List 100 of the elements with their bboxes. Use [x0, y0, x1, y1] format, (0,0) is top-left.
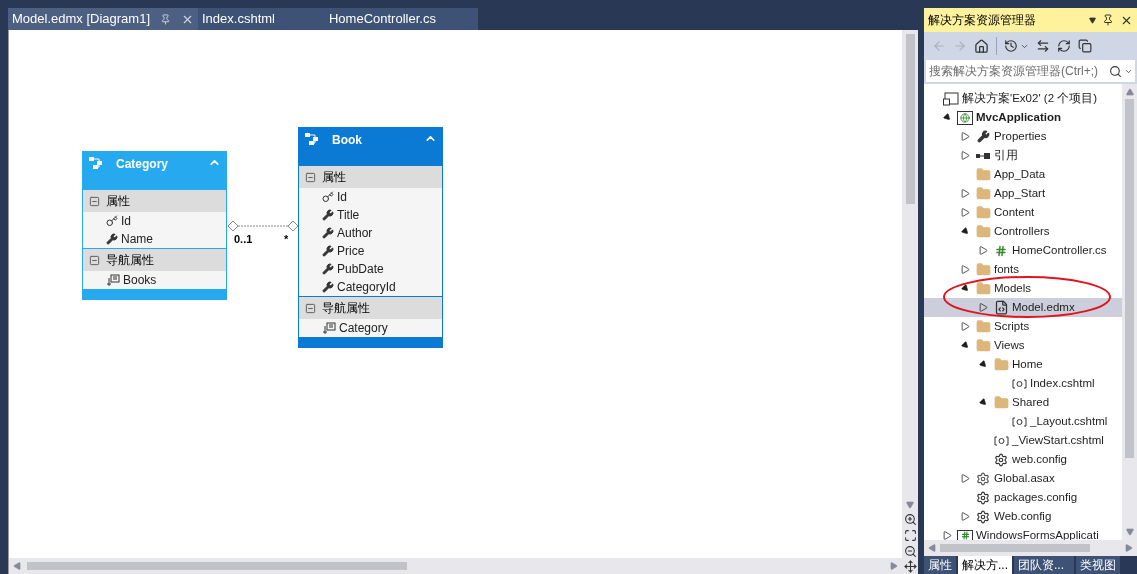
dropdown-icon[interactable]	[1089, 16, 1096, 24]
search-field[interactable]: 搜索解决方案资源管理器(Ctrl+;)	[926, 60, 1135, 82]
entity-icon	[304, 132, 320, 146]
scroll-right-icon[interactable]	[890, 562, 898, 570]
property-name[interactable]: Author	[337, 224, 373, 242]
zoom-out-icon[interactable]	[903, 545, 917, 558]
pan-icon[interactable]	[903, 559, 917, 573]
tree-item[interactable]: Models	[924, 279, 1122, 298]
solution-icon	[943, 91, 959, 106]
scroll-left-icon[interactable]	[13, 562, 21, 570]
collapsed-arrow-icon[interactable]	[978, 303, 988, 312]
pin-icon[interactable]	[1102, 14, 1114, 26]
property-name[interactable]: Name	[121, 230, 153, 248]
collapsed-arrow-icon[interactable]	[960, 474, 970, 483]
tree-item[interactable]: HomeController.cs	[924, 241, 1122, 260]
tree-item-label: Web.config	[994, 508, 1052, 524]
tree-item[interactable]: _Layout.cshtml	[924, 412, 1122, 431]
scrollbar-thumb[interactable]	[27, 562, 407, 570]
sync-icon[interactable]	[1036, 39, 1050, 53]
collapsed-arrow-icon[interactable]	[960, 512, 970, 521]
zoom-fit-icon[interactable]	[903, 529, 917, 542]
tree-item[interactable]: Content	[924, 203, 1122, 222]
tree-item[interactable]: Controllers	[924, 222, 1122, 241]
collapsed-arrow-icon[interactable]	[960, 151, 970, 160]
tree-item-label: Shared	[1012, 394, 1050, 410]
tree-item[interactable]: Web.config	[924, 507, 1122, 526]
expanded-arrow-icon[interactable]	[960, 226, 970, 237]
tree-item[interactable]: Properties	[924, 127, 1122, 146]
panel-tab[interactable]: 团队资...	[1014, 556, 1075, 574]
scrollbar-thumb[interactable]	[905, 34, 915, 204]
property-name[interactable]: Books	[123, 271, 157, 289]
tree-item[interactable]: Global.asax	[924, 469, 1122, 488]
tree-item[interactable]: App_Data	[924, 165, 1122, 184]
history-icon[interactable]	[1004, 39, 1018, 53]
tree-item[interactable]: Model.edmx	[924, 298, 1122, 317]
tree-item-label: HomeController.cs	[1012, 242, 1107, 258]
editor-tab[interactable]: HomeController.cs	[287, 8, 478, 30]
zoom-in-icon[interactable]	[903, 513, 917, 526]
tree-item[interactable]: fonts	[924, 260, 1122, 279]
collapse-section-icon[interactable]	[305, 302, 316, 314]
collapsed-arrow-icon[interactable]	[942, 531, 952, 540]
association-line[interactable]	[227, 220, 299, 232]
collapse-section-icon[interactable]	[89, 195, 100, 207]
horizontal-scrollbar[interactable]	[9, 558, 902, 574]
tree-item-label: Models	[994, 280, 1032, 296]
property-name[interactable]: Id	[121, 212, 131, 230]
property-name[interactable]: PubDate	[337, 260, 384, 278]
expanded-arrow-icon[interactable]	[978, 397, 988, 408]
collapsed-arrow-icon[interactable]	[960, 322, 970, 331]
collapse-section-icon[interactable]	[305, 171, 316, 183]
tree-item[interactable]: web.config	[924, 450, 1122, 469]
tree-item[interactable]: 引用	[924, 146, 1122, 165]
collapsed-arrow-icon[interactable]	[960, 189, 970, 198]
expanded-arrow-icon[interactable]	[960, 283, 970, 294]
scroll-left-icon[interactable]	[928, 544, 936, 552]
config-file-icon	[976, 509, 990, 524]
scroll-down-icon[interactable]	[1125, 528, 1134, 536]
vertical-scrollbar[interactable]	[1122, 84, 1137, 540]
panel-tab[interactable]: 类视图	[1076, 556, 1121, 574]
tree-item[interactable]: packages.config	[924, 488, 1122, 507]
vertical-scrollbar[interactable]	[902, 30, 918, 558]
panel-tab[interactable]: 解决方...	[958, 556, 1012, 574]
tree-item[interactable]: Scripts	[924, 317, 1122, 336]
horizontal-scrollbar[interactable]	[924, 540, 1137, 556]
home-icon[interactable]	[974, 38, 989, 54]
scroll-up-icon[interactable]	[1125, 88, 1134, 96]
collapse-all-icon[interactable]	[1078, 39, 1092, 53]
property-name[interactable]: Category	[339, 319, 388, 337]
collapsed-arrow-icon[interactable]	[978, 246, 988, 255]
multiplicity-label: 0..1	[234, 232, 253, 247]
scrollbar-thumb[interactable]	[1125, 99, 1134, 458]
scrollbar-thumb[interactable]	[940, 544, 1090, 552]
tree-item[interactable]: Home	[924, 355, 1122, 374]
scroll-down-icon[interactable]	[906, 501, 914, 509]
entity-card[interactable]: Category 属性 Id Name 导航属性 Books	[82, 151, 227, 300]
property-name[interactable]: Id	[337, 188, 347, 206]
tree-item[interactable]: MvcApplication	[924, 108, 1122, 127]
editor-tab[interactable]: Index.cshtml	[198, 8, 287, 30]
entity-card[interactable]: Book 属性 Id Title Author Price PubDate CategoryId 导航属性 Category	[298, 127, 443, 348]
tree-item[interactable]: Index.cshtml	[924, 374, 1122, 393]
collapse-section-icon[interactable]	[89, 254, 100, 266]
expanded-arrow-icon[interactable]	[978, 359, 988, 370]
property-name[interactable]: Title	[337, 206, 360, 224]
expanded-arrow-icon[interactable]	[942, 112, 952, 123]
search-icon[interactable]	[1109, 64, 1122, 78]
property-name[interactable]: CategoryId	[337, 278, 396, 296]
folder-icon	[975, 262, 991, 277]
tree-item[interactable]: _ViewStart.cshtml	[924, 431, 1122, 450]
refresh-icon[interactable]	[1057, 39, 1071, 53]
collapsed-arrow-icon[interactable]	[960, 132, 970, 141]
property-name[interactable]: Price	[337, 242, 365, 260]
tree-item[interactable]: Views	[924, 336, 1122, 355]
tree-item[interactable]: 解决方案'Ex02' (2 个项目)	[924, 89, 1122, 108]
tree-item[interactable]: App_Start	[924, 184, 1122, 203]
panel-tab[interactable]: 属性	[924, 556, 956, 574]
scroll-right-icon[interactable]	[1125, 544, 1133, 552]
collapsed-arrow-icon[interactable]	[960, 265, 970, 274]
tree-item[interactable]: Shared	[924, 393, 1122, 412]
expanded-arrow-icon[interactable]	[960, 340, 970, 351]
collapsed-arrow-icon[interactable]	[960, 208, 970, 217]
